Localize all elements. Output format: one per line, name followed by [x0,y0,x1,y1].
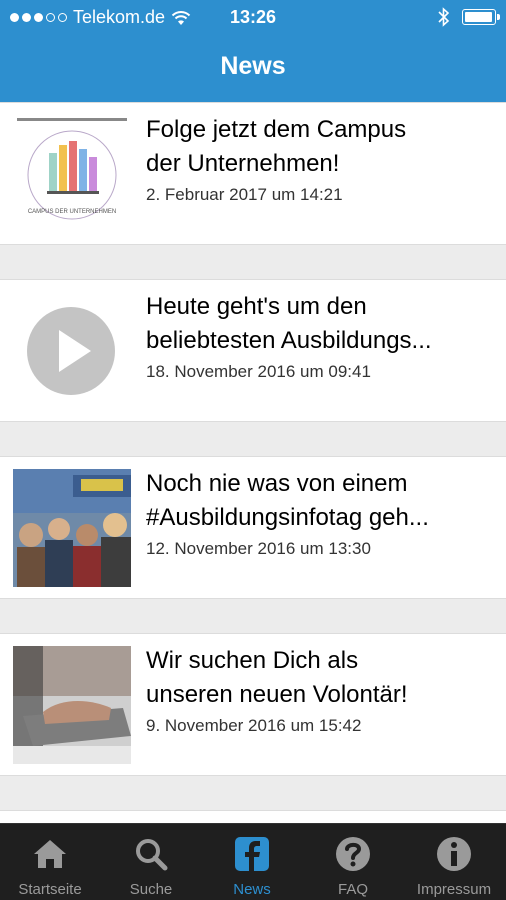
tab-suche[interactable]: Suche [101,824,201,900]
tab-startseite[interactable]: Startseite [0,824,100,900]
page-title: News [220,52,286,80]
news-headline: unseren neuen Volontär! [146,681,408,708]
tab-news[interactable]: News [202,824,302,900]
crowd-photo-thumbnail [13,469,131,587]
news-item-text: Heute geht's um den beliebtesten Ausbild… [146,290,496,382]
home-icon [34,840,66,868]
campus-logo-thumbnail: CAMPUS DER UNTERNEHMEN [13,115,131,233]
tab-impressum[interactable]: Impressum [404,824,504,900]
status-bar: Telekom.de 13:26 [0,0,506,36]
news-item-text: Folge jetzt dem Campus der Unternehmen! … [146,113,496,205]
info-icon [437,837,471,871]
news-item[interactable]: CAMPUS DER UNTERNEHMEN Folge jetzt dem C… [0,102,506,245]
news-item[interactable]: Heute geht's um den beliebtesten Ausbild… [0,279,506,422]
svg-text:CAMPUS DER UNTERNEHMEN: CAMPUS DER UNTERNEHMEN [28,209,116,215]
tab-label: Startseite [18,881,82,898]
tab-label: News [233,881,271,898]
news-item-text: Noch nie was von einem #Ausbildungsinfot… [146,467,496,559]
status-right [438,7,500,27]
news-headline: Noch nie was von einem [146,470,408,497]
news-headline: Heute geht's um den [146,293,367,320]
news-headline: #Ausbildungsinfotag geh... [146,504,429,531]
news-date: 9. November 2016 um 15:42 [146,716,362,735]
tab-label: Suche [129,881,173,898]
status-time: 13:26 [229,7,277,27]
app-header: Telekom.de 13:26 News [0,0,506,102]
campus-logo-text: CAMPUS DER UNTERNEHMEN [28,209,116,215]
tab-label: FAQ [337,881,368,898]
tab-faq[interactable]: FAQ [303,824,403,900]
tab-bar: Startseite Suche News FAQ Impressum [0,823,506,900]
battery-icon [462,9,500,25]
news-headline: Wir suchen Dich als [146,647,359,674]
laptop-photo-thumbnail [13,646,131,764]
news-headline: beliebtesten Ausbildungs... [146,327,432,354]
news-item-text: Wir suchen Dich als unseren neuen Volont… [146,644,496,736]
news-headline: der Unternehmen! [146,150,340,177]
news-item[interactable]: Wir suchen Dich als unseren neuen Volont… [0,633,506,776]
facebook-icon [235,837,269,871]
question-icon [336,837,370,871]
news-item[interactable]: Noch nie was von einem #Ausbildungsinfot… [0,456,506,599]
news-headline: Folge jetzt dem Campus [146,116,407,143]
news-date: 2. Februar 2017 um 14:21 [146,185,343,204]
battery-fill [465,12,492,22]
tab-label: Impressum [416,881,492,898]
news-date: 18. November 2016 um 09:41 [146,362,371,381]
video-thumbnail[interactable] [13,292,131,410]
search-icon [136,839,168,871]
news-date: 12. November 2016 um 13:30 [146,539,371,558]
bluetooth-icon [438,7,450,27]
